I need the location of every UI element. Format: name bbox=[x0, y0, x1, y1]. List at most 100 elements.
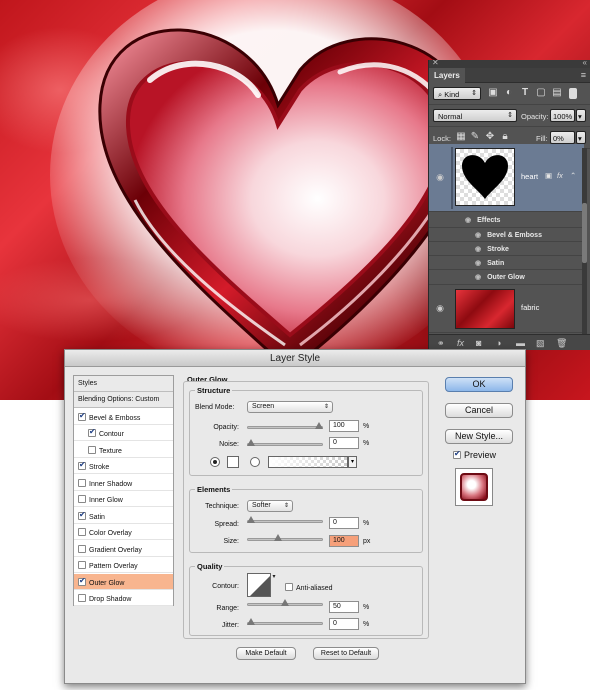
opacity-field[interactable]: 100% bbox=[550, 109, 575, 122]
effect-row-outer-glow[interactable]: ◉ Outer Glow bbox=[429, 270, 584, 285]
style-item-outer-glow[interactable]: Outer Glow bbox=[74, 574, 173, 590]
style-item-color-overlay[interactable]: Color Overlay bbox=[74, 524, 173, 540]
checkbox-icon[interactable] bbox=[78, 576, 86, 586]
lock-transparent-icon[interactable]: ▦ bbox=[455, 131, 467, 143]
style-list-blending-options[interactable]: Blending Options: Custom bbox=[74, 392, 173, 408]
glow-gradient-picker[interactable] bbox=[268, 456, 348, 468]
panel-menu-icon[interactable]: ≡ bbox=[581, 70, 586, 80]
new-adjustment-icon[interactable]: ◑ bbox=[496, 338, 501, 348]
new-style-button[interactable]: New Style... bbox=[445, 429, 513, 444]
cancel-button[interactable]: Cancel bbox=[445, 403, 513, 418]
checkbox-icon[interactable] bbox=[78, 545, 86, 553]
make-default-button[interactable]: Make Default bbox=[236, 647, 296, 660]
slider-thumb[interactable] bbox=[247, 439, 255, 446]
style-item-drop-shadow[interactable]: Drop Shadow bbox=[74, 590, 173, 606]
style-item-contour[interactable]: Contour bbox=[74, 425, 173, 441]
noise-slider[interactable] bbox=[247, 439, 323, 446]
slider-thumb[interactable] bbox=[281, 599, 289, 606]
fill-field[interactable]: 0% bbox=[550, 131, 575, 144]
filter-kind-dropdown[interactable]: ⌕ Kind ⇕ bbox=[433, 87, 481, 100]
size-input[interactable]: 100 bbox=[329, 535, 359, 547]
blend-mode-dropdown[interactable]: Normal ⇕ bbox=[433, 109, 517, 122]
checkbox-icon[interactable] bbox=[78, 510, 86, 520]
slider-thumb[interactable] bbox=[315, 422, 323, 429]
slider-thumb[interactable] bbox=[247, 516, 255, 523]
add-style-fx-icon[interactable]: fx bbox=[457, 338, 464, 348]
checkbox-icon[interactable] bbox=[285, 583, 293, 591]
style-item-gradient-overlay[interactable]: Gradient Overlay bbox=[74, 541, 173, 557]
size-slider[interactable] bbox=[247, 534, 323, 541]
new-layer-icon[interactable]: ▧ bbox=[536, 338, 545, 349]
style-item-texture[interactable]: Texture bbox=[74, 442, 173, 458]
visibility-eye-icon[interactable]: ◉ bbox=[434, 303, 446, 313]
spread-input[interactable]: 0 bbox=[329, 517, 359, 529]
style-item-bevel-emboss[interactable]: Bevel & Emboss bbox=[74, 409, 173, 425]
lock-all-icon[interactable]: 🔒︎ bbox=[499, 131, 511, 143]
checkbox-icon[interactable] bbox=[88, 446, 96, 454]
slider-thumb[interactable] bbox=[274, 534, 283, 541]
layer-row-heart[interactable]: ◉ heart ▣ fx ⌃ bbox=[429, 144, 584, 212]
contour-picker[interactable] bbox=[247, 573, 271, 597]
effects-row[interactable]: ◉ Effects bbox=[429, 212, 584, 228]
technique-select[interactable]: Softer ⇕ bbox=[247, 500, 293, 512]
lock-image-icon[interactable]: ✎ bbox=[469, 131, 481, 143]
checkbox-icon[interactable] bbox=[78, 561, 86, 569]
pixel-filter-icon[interactable]: ▣ bbox=[487, 87, 499, 99]
checkbox-icon[interactable] bbox=[78, 460, 86, 470]
anti-aliased-option[interactable]: Anti-aliased bbox=[285, 583, 375, 592]
tab-layers[interactable]: Layers bbox=[429, 68, 465, 83]
adjustment-filter-icon[interactable]: ◐ bbox=[503, 87, 515, 99]
filter-toggle-switch[interactable] bbox=[569, 88, 577, 99]
checkbox-icon[interactable] bbox=[78, 479, 86, 487]
gradient-radio[interactable] bbox=[250, 457, 260, 467]
layer-row-fabric[interactable]: ◉ fabric bbox=[429, 285, 584, 333]
checkbox-icon[interactable] bbox=[453, 449, 461, 459]
scrollbar-thumb[interactable] bbox=[582, 203, 587, 263]
expand-effects-icon[interactable]: ⌃ bbox=[570, 171, 576, 180]
visibility-eye-icon[interactable]: ◉ bbox=[475, 232, 481, 239]
layers-scrollbar[interactable] bbox=[582, 148, 587, 343]
jitter-slider[interactable] bbox=[247, 618, 323, 625]
checkbox-icon[interactable] bbox=[78, 528, 86, 536]
shape-filter-icon[interactable]: ▢ bbox=[535, 87, 547, 99]
type-filter-icon[interactable]: T bbox=[519, 87, 531, 99]
range-input[interactable]: 50 bbox=[329, 601, 359, 613]
layer-fx-label[interactable]: fx bbox=[557, 171, 563, 180]
opacity-dropdown-arrow[interactable]: ▾ bbox=[576, 109, 586, 122]
trash-icon[interactable]: 🗑︎ bbox=[556, 338, 567, 349]
style-item-satin[interactable]: Satin bbox=[74, 508, 173, 524]
reset-to-default-button[interactable]: Reset to Default bbox=[313, 647, 379, 660]
style-item-inner-shadow[interactable]: Inner Shadow bbox=[74, 475, 173, 491]
style-item-inner-glow[interactable]: Inner Glow bbox=[74, 491, 173, 507]
add-mask-icon[interactable]: ◙ bbox=[476, 338, 481, 348]
visibility-eye-icon[interactable]: ◉ bbox=[475, 246, 481, 253]
collapse-icon[interactable]: « bbox=[583, 58, 587, 67]
jitter-input[interactable]: 0 bbox=[329, 618, 359, 630]
blend-mode-select[interactable]: Screen ⇕ bbox=[247, 401, 333, 413]
layer-name-heart[interactable]: heart bbox=[521, 172, 538, 181]
style-item-pattern-overlay[interactable]: Pattern Overlay bbox=[74, 557, 173, 573]
checkbox-icon[interactable] bbox=[78, 411, 86, 421]
close-icon[interactable]: ✕ bbox=[432, 58, 439, 67]
opacity-slider[interactable] bbox=[247, 422, 323, 429]
link-layers-icon[interactable]: ⚭ bbox=[437, 338, 445, 349]
smart-object-filter-icon[interactable]: ▤ bbox=[551, 87, 563, 99]
visibility-eye-icon[interactable]: ◉ bbox=[475, 274, 481, 281]
spread-slider[interactable] bbox=[247, 516, 323, 523]
checkbox-icon[interactable] bbox=[78, 594, 86, 602]
layer-name-fabric[interactable]: fabric bbox=[521, 303, 539, 312]
fill-dropdown-arrow[interactable]: ▾ bbox=[576, 131, 586, 144]
solid-color-radio[interactable] bbox=[210, 457, 220, 467]
gradient-dropdown-icon[interactable]: ▾ bbox=[348, 456, 357, 468]
range-slider[interactable] bbox=[247, 599, 323, 606]
contour-dropdown-icon[interactable]: ▾ bbox=[271, 573, 277, 597]
slider-thumb[interactable] bbox=[247, 618, 255, 625]
ok-button[interactable]: OK bbox=[445, 377, 513, 392]
lock-position-icon[interactable]: ✥ bbox=[484, 131, 496, 143]
new-group-icon[interactable]: ▬ bbox=[516, 338, 525, 348]
checkbox-icon[interactable] bbox=[78, 495, 86, 503]
glow-color-swatch[interactable] bbox=[227, 456, 239, 468]
style-item-stroke[interactable]: Stroke bbox=[74, 458, 173, 474]
opacity-input[interactable]: 100 bbox=[329, 420, 359, 432]
visibility-eye-icon[interactable]: ◉ bbox=[475, 260, 481, 267]
